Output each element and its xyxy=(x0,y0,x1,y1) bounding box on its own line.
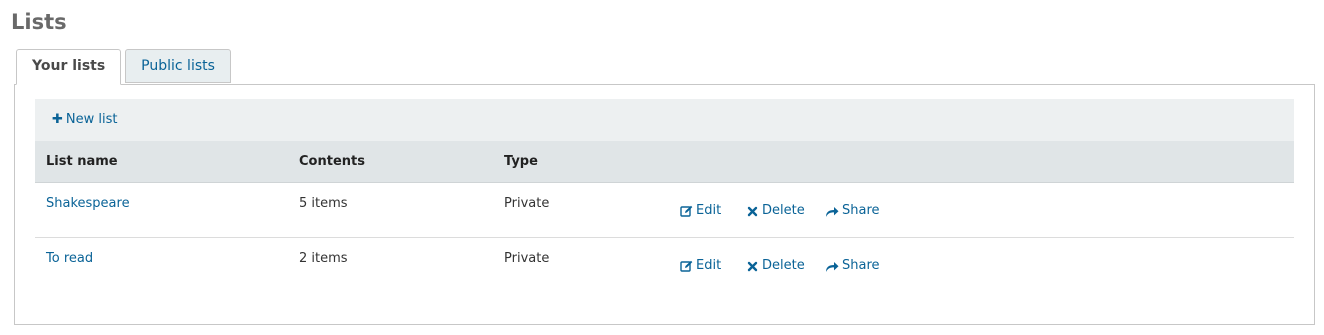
edit-button[interactable]: Edit xyxy=(679,257,721,275)
column-header-type[interactable]: Type xyxy=(504,153,538,171)
close-icon xyxy=(745,259,759,273)
column-header-contents[interactable]: Contents xyxy=(299,153,365,171)
share-button[interactable]: Share xyxy=(825,257,880,275)
list-contents: 5 items xyxy=(299,196,348,211)
edit-label: Edit xyxy=(696,203,722,218)
tab-public-lists[interactable]: Public lists xyxy=(125,49,231,83)
list-name-link[interactable]: Shakespeare xyxy=(46,195,130,213)
edit-icon xyxy=(679,259,693,273)
column-header-list-name[interactable]: List name xyxy=(46,153,118,171)
table-row: To read 2 items Private Edit Delete Shar… xyxy=(35,238,1294,293)
new-list-label: New list xyxy=(65,112,118,127)
toolbar: ✚ New list xyxy=(35,99,1294,141)
tab-bar: Your lists Public lists xyxy=(16,49,235,85)
close-icon xyxy=(745,204,759,218)
share-button[interactable]: Share xyxy=(825,202,880,220)
edit-label: Edit xyxy=(696,258,722,273)
page-title: Lists xyxy=(11,10,67,34)
tab-your-lists[interactable]: Your lists xyxy=(16,49,122,85)
delete-button[interactable]: Delete xyxy=(745,257,805,275)
table-header: List name Contents Type xyxy=(35,141,1294,183)
edit-icon xyxy=(679,204,693,218)
lists-panel: ✚ New list List name Contents Type Shakes… xyxy=(14,84,1315,325)
plus-icon: ✚ xyxy=(52,112,63,127)
table-row: Shakespeare 5 items Private Edit Delete xyxy=(35,183,1294,238)
list-contents: 2 items xyxy=(299,251,348,266)
list-name-link[interactable]: To read xyxy=(46,250,93,268)
list-type: Private xyxy=(504,251,550,266)
new-list-button[interactable]: ✚ New list xyxy=(52,111,118,129)
delete-button[interactable]: Delete xyxy=(745,202,805,220)
share-icon xyxy=(825,204,839,218)
list-type: Private xyxy=(504,196,550,211)
share-label: Share xyxy=(842,258,880,273)
edit-button[interactable]: Edit xyxy=(679,202,721,220)
share-icon xyxy=(825,259,839,273)
delete-label: Delete xyxy=(762,203,805,218)
share-label: Share xyxy=(842,203,880,218)
delete-label: Delete xyxy=(762,258,805,273)
